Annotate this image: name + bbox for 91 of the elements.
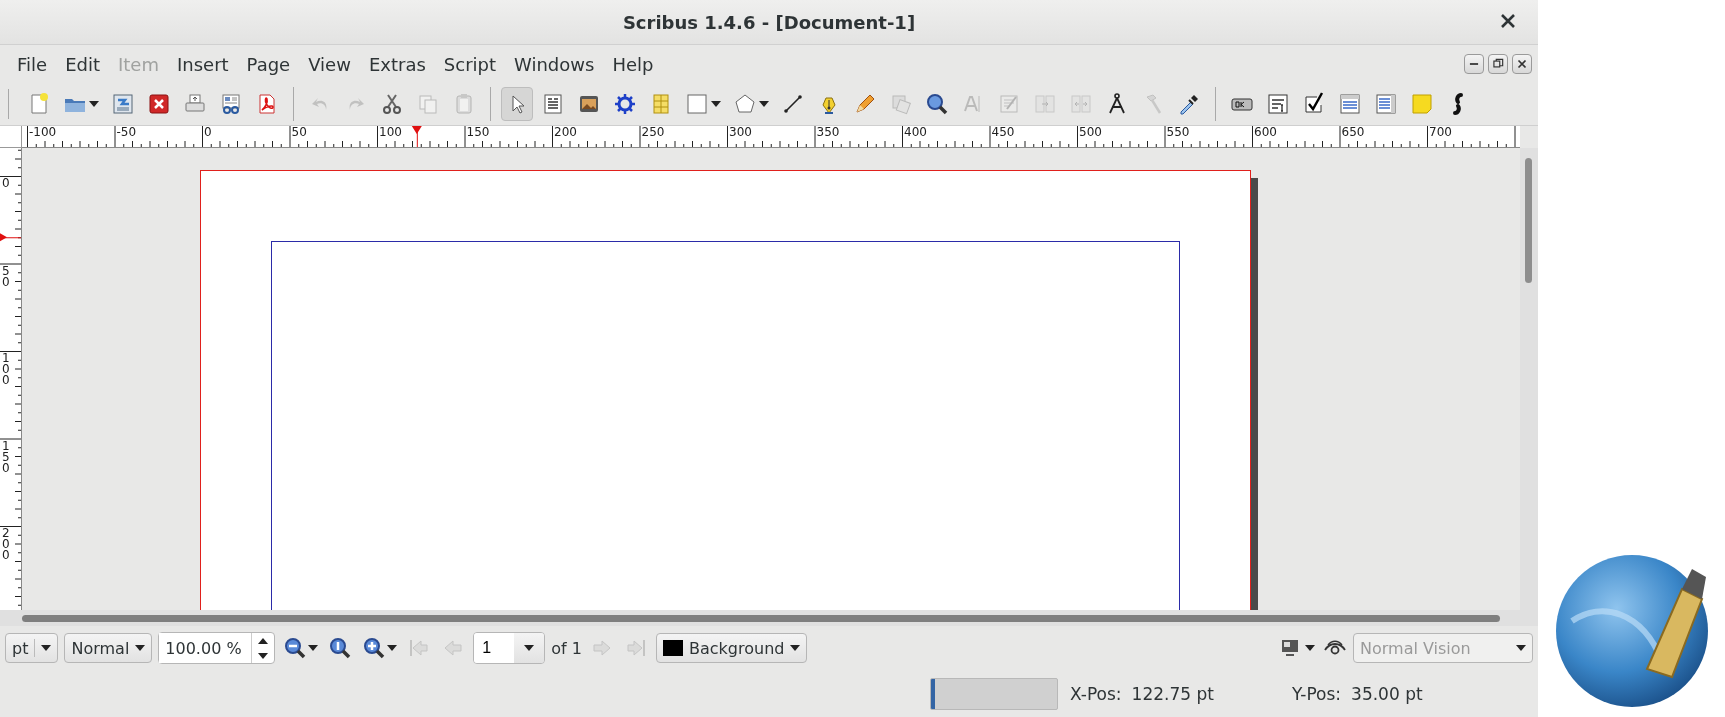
ruler-label: 100 <box>2 353 9 386</box>
close-button[interactable] <box>1512 54 1532 74</box>
layer-swatch <box>663 640 683 656</box>
menu-item[interactable]: Edit <box>56 49 109 79</box>
caret-icon <box>759 101 769 107</box>
caret-icon <box>790 645 801 651</box>
ruler-label: -100 <box>29 126 57 139</box>
check-field-icon <box>1302 92 1326 116</box>
menu-item[interactable]: Page <box>237 49 300 79</box>
ruler-label: 500 <box>1079 126 1102 139</box>
line-icon <box>781 92 805 116</box>
ruler-label: 700 <box>1429 126 1452 139</box>
preflight-icon <box>219 92 243 116</box>
combo-box-icon <box>1338 92 1362 116</box>
pointer-button[interactable] <box>501 87 533 121</box>
pentagon-icon <box>733 92 757 116</box>
scrollbar-thumb[interactable] <box>22 615 1500 622</box>
zoom-in-icon <box>362 636 387 660</box>
caret-icon <box>89 101 99 107</box>
ruler-label: -50 <box>116 126 137 139</box>
ruler-label: 150 <box>2 440 9 474</box>
rotate-icon <box>889 92 913 116</box>
menu-item[interactable]: Script <box>434 49 506 79</box>
ruler-label: 0 <box>2 178 9 189</box>
ruler-label: 650 <box>1341 126 1365 139</box>
ruler-label: 250 <box>641 126 665 139</box>
down-arrow-icon <box>258 652 269 659</box>
note-icon <box>1410 92 1434 116</box>
up-arrow-icon <box>258 637 269 644</box>
ruler-label: 400 <box>904 126 927 139</box>
caret-icon <box>711 101 721 107</box>
menu-item[interactable]: File <box>8 49 57 79</box>
scrollbar-thumb[interactable] <box>1525 158 1532 283</box>
link-frames-icon <box>1033 92 1057 116</box>
zoom-icon <box>925 92 949 116</box>
y-position-value: 35.00 pt <box>1351 683 1423 704</box>
text-field-icon <box>1266 92 1290 116</box>
zoom-actual-icon <box>328 636 353 660</box>
ruler-label: 0 <box>204 126 212 139</box>
menu-item[interactable]: View <box>299 49 360 79</box>
caret-icon <box>308 645 319 651</box>
caret-icon <box>1516 645 1526 651</box>
pencil-icon <box>853 92 877 116</box>
ruler-label: 50 <box>2 265 9 288</box>
ruler-label: 300 <box>729 126 752 139</box>
ruler-label: 200 <box>554 126 577 139</box>
rectangle-icon <box>685 92 709 116</box>
caret-icon <box>387 645 398 651</box>
scissors-icon <box>380 92 404 116</box>
ruler-label: 450 <box>991 126 1015 139</box>
page-count: of 1 <box>551 638 582 658</box>
x-position-label: X-Pos: <box>1070 683 1122 704</box>
page-number-dropdown[interactable]: 1 <box>473 632 546 664</box>
x-position-value: 122.75 pt <box>1131 683 1214 704</box>
unlink-frames-icon <box>1069 92 1093 116</box>
copy-icon <box>416 92 440 116</box>
unit-dropdown[interactable]: pt <box>5 633 59 663</box>
story-editor-icon <box>997 92 1021 116</box>
vertical-scrollbar[interactable] <box>1520 148 1538 626</box>
menu-item[interactable]: Help <box>603 49 663 79</box>
caret-icon <box>524 645 535 651</box>
ruler-label: 100 <box>379 126 402 139</box>
caret-icon <box>1305 645 1315 651</box>
close-document-icon <box>147 92 171 116</box>
gear-icon <box>613 92 637 116</box>
restore-icon <box>1491 57 1505 71</box>
mode-dropdown[interactable]: Normal <box>64 633 153 663</box>
minimize-button[interactable] <box>1464 54 1484 74</box>
save-icon <box>111 92 135 116</box>
caret-icon <box>41 645 52 651</box>
ruler-label: 550 <box>1166 126 1190 139</box>
eyedropper-icon <box>1177 92 1201 116</box>
zoom-out-icon <box>283 636 308 660</box>
menu-item[interactable]: Extras <box>359 49 435 79</box>
ruler-label: 200 <box>2 528 9 561</box>
ruler-label: 150 <box>466 126 490 139</box>
caret-icon <box>135 645 146 651</box>
restore-button[interactable] <box>1488 54 1508 74</box>
zoom-spinbox[interactable]: 100.00 % <box>158 632 276 664</box>
layer-dropdown[interactable]: Background <box>656 633 808 663</box>
ruler-label: 50 <box>291 126 307 139</box>
list-box-icon <box>1374 92 1398 116</box>
ruler-label: 350 <box>816 126 840 139</box>
menu-item[interactable]: Windows <box>505 49 604 79</box>
menu-item[interactable]: Insert <box>167 49 238 79</box>
horizontal-scrollbar[interactable] <box>0 610 1520 626</box>
ruler-label: 600 <box>1254 126 1277 139</box>
text-frame-icon <box>541 92 565 116</box>
window-title: Scribus 1.4.6 - [Document-1] <box>622 11 916 33</box>
close-icon <box>1515 57 1529 71</box>
y-position-label: Y-Pos: <box>1291 683 1342 704</box>
